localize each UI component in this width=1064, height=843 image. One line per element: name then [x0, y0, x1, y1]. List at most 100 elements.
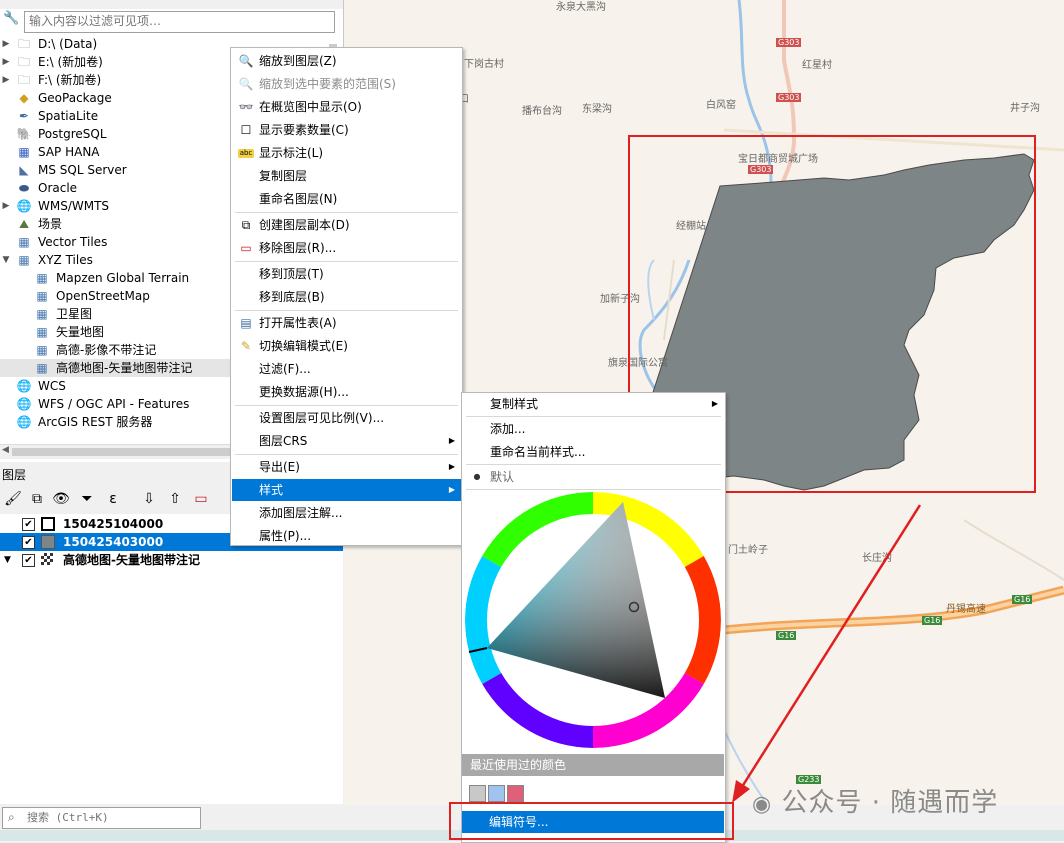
watermark-text: 公众号 · 随遇而学	[781, 788, 999, 818]
layer-row[interactable]: ▼ ✔ 高德地图-矢量地图带注记	[0, 551, 343, 569]
menu-separator	[235, 454, 458, 455]
context-menu-item[interactable]: ▭ 移除图层(R)...	[232, 237, 461, 259]
context-menu-item[interactable]: 移到顶层(T)	[232, 263, 461, 285]
context-menu-item[interactable]: ✎ 切换编辑模式(E)	[232, 335, 461, 357]
menu-item-label: 复制样式	[490, 397, 539, 411]
menu-item-copy-style[interactable]: 复制样式 ▶	[463, 393, 724, 415]
add-group-icon[interactable]: ⧉	[28, 490, 46, 508]
oracle-icon: ⬬	[18, 181, 30, 195]
context-menu-item: 🔍 缩放到选中要素的范围(S)	[232, 73, 461, 95]
browser-item-label: 场景	[38, 217, 63, 231]
browser-item-label: Vector Tiles	[38, 235, 108, 249]
mssql-icon: ◣	[19, 163, 29, 177]
context-menu-item[interactable]: 属性(P)...	[232, 525, 461, 547]
globe-icon: 🌐	[16, 415, 32, 429]
filter-funnel-icon[interactable]: ⏷	[78, 490, 96, 508]
context-menu-item[interactable]: 移到底层(B)	[232, 286, 461, 308]
menu-item-label: 创建图层副本(D)	[259, 218, 350, 232]
context-menu-item[interactable]: 重命名图层(N)	[232, 188, 461, 210]
collapse-arrow-icon[interactable]: ▼	[4, 551, 11, 569]
scroll-left-icon[interactable]: ◀	[2, 445, 9, 455]
menu-item-add-style[interactable]: 添加...	[463, 418, 724, 440]
menu-item-label: 显示要素数量(C)	[259, 123, 349, 137]
menu-item-label: 样式	[259, 483, 284, 497]
browser-item-label: SpatiaLite	[38, 109, 99, 123]
context-menu-item[interactable]: 样式 ▶	[232, 479, 461, 501]
menu-item-label: 过滤(F)...	[259, 362, 311, 376]
menu-separator	[235, 261, 458, 262]
context-menu-item[interactable]: abc 显示标注(L)	[232, 142, 461, 164]
grid-icon: ▦	[18, 235, 30, 249]
road-shield: G16	[1012, 595, 1033, 604]
context-menu-item[interactable]: 设置图层可见比例(V)...	[232, 407, 461, 429]
context-menu-item[interactable]: 导出(E) ▶	[232, 456, 461, 478]
geopackage-icon: ◆	[19, 91, 29, 105]
context-menu-item[interactable]: ☐ 显示要素数量(C)	[232, 119, 461, 141]
menu-item-rename-style[interactable]: 重命名当前样式...	[463, 441, 724, 463]
spatialite-icon: ✒	[18, 109, 30, 123]
context-menu-item[interactable]: 更换数据源(H)...	[232, 381, 461, 403]
submenu-arrow-icon: ▶	[448, 462, 455, 471]
expand-arrow-icon[interactable]: ▶	[1, 71, 11, 89]
browser-toolbar	[0, 0, 343, 9]
browser-filter-input-wrap[interactable]	[24, 11, 335, 33]
filter-wrench-icon[interactable]: 🔧	[3, 11, 21, 31]
color-wheel[interactable]	[465, 492, 721, 748]
menu-item-label: 显示标注(L)	[259, 146, 324, 160]
globe-icon: 🌐	[16, 379, 32, 393]
annotation-arrow	[732, 504, 922, 803]
menu-item-default-style[interactable]: ● 默认	[463, 466, 724, 488]
context-menu-item[interactable]: 图层CRS ▶	[232, 430, 461, 452]
globe-icon: 🌐	[16, 199, 32, 213]
context-menu-item[interactable]: ▤ 打开属性表(A)	[232, 312, 461, 334]
browser-item-label: 高德-影像不带注记	[56, 343, 157, 357]
context-menu-item[interactable]: 过滤(F)...	[232, 358, 461, 380]
browser-item-label: SAP HANA	[38, 145, 100, 159]
browser-item-label: F:\ (新加卷)	[38, 73, 102, 87]
postgresql-icon: 🐘	[16, 127, 32, 141]
menu-separator	[235, 212, 458, 213]
layer-visibility-checkbox[interactable]: ✔	[22, 536, 35, 549]
context-menu-item[interactable]: 🔍 缩放到图层(Z)	[232, 50, 461, 72]
recent-color-swatch[interactable]	[507, 785, 524, 802]
map-label: 井子沟	[1010, 103, 1040, 114]
browser-item-label: XYZ Tiles	[38, 253, 93, 267]
browser-item-label: Oracle	[38, 181, 78, 195]
style-brush-icon[interactable]: 🖌	[4, 490, 22, 508]
expand-arrow-icon[interactable]: ▶	[1, 35, 11, 53]
menu-item-label: 设置图层可见比例(V)...	[259, 411, 385, 425]
collapse-arrow-icon[interactable]: ▼	[1, 251, 11, 269]
grid-icon: ▦	[36, 289, 48, 303]
browser-item-label: WMS/WMTS	[38, 199, 110, 213]
browser-filter-input[interactable]	[25, 12, 329, 30]
watermark: ◉ 公众号 · 随遇而学	[752, 782, 998, 819]
recent-color-swatch[interactable]	[469, 785, 486, 802]
road-shield: G303	[776, 38, 802, 47]
menu-separator	[466, 416, 721, 417]
locator-search-wrap[interactable]	[2, 807, 201, 829]
expand-arrow-icon[interactable]: ▶	[1, 53, 11, 71]
recent-color-swatch[interactable]	[488, 785, 505, 802]
context-menu-item[interactable]: 添加图层注解...	[232, 502, 461, 524]
browser-item-label: D:\ (Data)	[38, 37, 98, 51]
move-up-icon[interactable]: ⇧	[166, 490, 184, 508]
expression-icon[interactable]: ε	[104, 490, 122, 508]
layer-visibility-checkbox[interactable]: ✔	[22, 518, 35, 531]
map-label: 丹锡高速	[946, 604, 986, 615]
map-label: 白风窑	[706, 100, 736, 111]
menu-item-label: 导出(E)	[259, 460, 300, 474]
expand-arrow-icon[interactable]: ▶	[1, 197, 11, 215]
browser-item-label: WCS	[38, 379, 66, 393]
context-menu-item[interactable]: ⧉ 创建图层副本(D)	[232, 214, 461, 236]
visibility-eye-icon[interactable]: 👁	[52, 490, 70, 508]
remove-layer-icon[interactable]: ▭	[192, 490, 210, 508]
menu-item-label: 移到底层(B)	[259, 290, 325, 304]
context-menu-item[interactable]: 👓 在概览图中显示(O)	[232, 96, 461, 118]
browser-item-label: 矢量地图	[56, 325, 105, 339]
locator-search-input[interactable]	[3, 808, 197, 826]
move-down-icon[interactable]: ⇩	[140, 490, 158, 508]
map-label: 红星村	[802, 60, 832, 71]
context-menu-item[interactable]: 复制图层	[232, 165, 461, 187]
layers-list: ✔ 150425104000 ✔ 150425403000 ▼ ✔ 高德地图-矢量地图带注记	[0, 514, 343, 804]
layer-visibility-checkbox[interactable]: ✔	[22, 554, 35, 567]
